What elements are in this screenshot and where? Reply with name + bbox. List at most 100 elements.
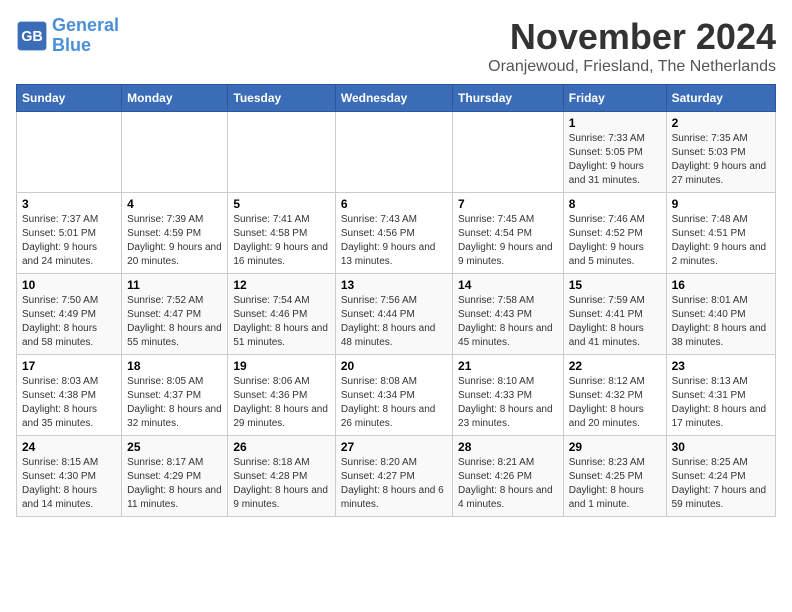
day-number: 18 — [127, 359, 222, 373]
day-info: Sunrise: 8:15 AM Sunset: 4:30 PM Dayligh… — [22, 456, 116, 512]
logo-line2: Blue — [52, 35, 91, 55]
calendar-cell: 19Sunrise: 8:06 AM Sunset: 4:36 PM Dayli… — [228, 355, 335, 436]
day-number: 10 — [22, 278, 116, 292]
logo-text: General Blue — [52, 16, 119, 56]
day-info: Sunrise: 8:21 AM Sunset: 4:26 PM Dayligh… — [458, 456, 558, 512]
calendar-cell: 23 Sunrise: 8:13 AM Sunset: 4:31 PM Dayli… — [666, 355, 775, 436]
location-subtitle: Oranjewoud, Friesland, The Netherlands — [488, 58, 776, 76]
day-number: 16 — [672, 278, 770, 292]
calendar-week-row: 1 Sunrise: 7:33 AM Sunset: 5:05 PM Daylig… — [17, 112, 776, 193]
day-info: Sunrise: 7:33 AM Sunset: 5:05 PM Dayligh… — [569, 132, 661, 188]
calendar-cell: 24 Sunrise: 8:15 AM Sunset: 4:30 PM Dayli… — [17, 436, 122, 517]
calendar-cell: 13 Sunrise: 7:56 AM Sunset: 4:44 PM Dayli… — [335, 274, 452, 355]
calendar-week-row: 3 Sunrise: 7:37 AM Sunset: 5:01 PM Daylig… — [17, 193, 776, 274]
day-info: Sunrise: 8:23 AM Sunset: 4:25 PM Dayligh… — [569, 456, 661, 512]
day-number: 9 — [672, 197, 770, 211]
day-info: Sunrise: 8:17 AM Sunset: 4:29 PM Dayligh… — [127, 456, 222, 512]
day-info: Sunrise: 8:10 AM Sunset: 4:33 PM Dayligh… — [458, 375, 558, 431]
header: GB General Blue November 2024 Oranjewoud… — [16, 16, 776, 76]
day-info: Sunrise: 7:54 AM Sunset: 4:46 PM Dayligh… — [233, 294, 329, 350]
day-info: Sunrise: 8:18 AM Sunset: 4:28 PM Dayligh… — [233, 456, 329, 512]
day-info: Sunrise: 8:06 AM Sunset: 4:36 PM Dayligh… — [233, 375, 329, 431]
calendar-cell: 11Sunrise: 7:52 AM Sunset: 4:47 PM Dayli… — [122, 274, 228, 355]
day-number: 3 — [22, 197, 116, 211]
calendar-cell: 1 Sunrise: 7:33 AM Sunset: 5:05 PM Daylig… — [563, 112, 666, 193]
calendar-cell: 8Sunrise: 7:46 AM Sunset: 4:52 PM Daylig… — [563, 193, 666, 274]
calendar-cell — [453, 112, 564, 193]
weekday-header: Tuesday — [228, 85, 335, 112]
calendar-cell: 2Sunrise: 7:35 AM Sunset: 5:03 PM Daylig… — [666, 112, 775, 193]
day-number: 13 — [341, 278, 447, 292]
day-info: Sunrise: 8:03 AM Sunset: 4:38 PM Dayligh… — [22, 375, 116, 431]
logo: GB General Blue — [16, 16, 119, 56]
weekday-header: Saturday — [666, 85, 775, 112]
day-info: Sunrise: 7:43 AM Sunset: 4:56 PM Dayligh… — [341, 213, 447, 269]
day-info: Sunrise: 8:01 AM Sunset: 4:40 PM Dayligh… — [672, 294, 770, 350]
day-number: 24 — [22, 440, 116, 454]
day-info: Sunrise: 7:37 AM Sunset: 5:01 PM Dayligh… — [22, 213, 116, 269]
day-info: Sunrise: 7:50 AM Sunset: 4:49 PM Dayligh… — [22, 294, 116, 350]
weekday-header: Sunday — [17, 85, 122, 112]
day-number: 25 — [127, 440, 222, 454]
day-number: 7 — [458, 197, 558, 211]
day-info: Sunrise: 8:13 AM Sunset: 4:31 PM Dayligh… — [672, 375, 770, 431]
day-number: 11 — [127, 278, 222, 292]
calendar-cell: 3 Sunrise: 7:37 AM Sunset: 5:01 PM Daylig… — [17, 193, 122, 274]
day-number: 2 — [672, 116, 770, 130]
calendar-table: SundayMondayTuesdayWednesdayThursdayFrid… — [16, 84, 776, 517]
day-number: 12 — [233, 278, 329, 292]
day-info: Sunrise: 8:12 AM Sunset: 4:32 PM Dayligh… — [569, 375, 661, 431]
day-number: 4 — [127, 197, 222, 211]
day-number: 29 — [569, 440, 661, 454]
calendar-cell: 30 Sunrise: 8:25 AM Sunset: 4:24 PM Dayli… — [666, 436, 775, 517]
day-number: 22 — [569, 359, 661, 373]
day-number: 5 — [233, 197, 329, 211]
day-number: 23 — [672, 359, 770, 373]
weekday-header: Wednesday — [335, 85, 452, 112]
calendar-cell: 17 Sunrise: 8:03 AM Sunset: 4:38 PM Dayli… — [17, 355, 122, 436]
day-number: 17 — [22, 359, 116, 373]
day-info: Sunrise: 7:56 AM Sunset: 4:44 PM Dayligh… — [341, 294, 447, 350]
title-block: November 2024 Oranjewoud, Friesland, The… — [488, 16, 776, 76]
day-info: Sunrise: 8:20 AM Sunset: 4:27 PM Dayligh… — [341, 456, 447, 512]
calendar-cell: 9 Sunrise: 7:48 AM Sunset: 4:51 PM Daylig… — [666, 193, 775, 274]
day-number: 30 — [672, 440, 770, 454]
calendar-cell: 14 Sunrise: 7:58 AM Sunset: 4:43 PM Dayli… — [453, 274, 564, 355]
day-number: 21 — [458, 359, 558, 373]
calendar-cell: 7 Sunrise: 7:45 AM Sunset: 4:54 PM Daylig… — [453, 193, 564, 274]
calendar-cell: 26 Sunrise: 8:18 AM Sunset: 4:28 PM Dayli… — [228, 436, 335, 517]
calendar-cell: 22 Sunrise: 8:12 AM Sunset: 4:32 PM Dayli… — [563, 355, 666, 436]
calendar-cell: 15 Sunrise: 7:59 AM Sunset: 4:41 PM Dayli… — [563, 274, 666, 355]
calendar-cell — [17, 112, 122, 193]
month-title: November 2024 — [488, 16, 776, 58]
calendar-cell — [122, 112, 228, 193]
day-number: 15 — [569, 278, 661, 292]
weekday-header-row: SundayMondayTuesdayWednesdayThursdayFrid… — [17, 85, 776, 112]
calendar-week-row: 10 Sunrise: 7:50 AM Sunset: 4:49 PM Dayli… — [17, 274, 776, 355]
weekday-header: Friday — [563, 85, 666, 112]
weekday-header: Thursday — [453, 85, 564, 112]
calendar-cell: 10 Sunrise: 7:50 AM Sunset: 4:49 PM Dayli… — [17, 274, 122, 355]
day-number: 6 — [341, 197, 447, 211]
day-info: Sunrise: 7:39 AM Sunset: 4:59 PM Dayligh… — [127, 213, 222, 269]
svg-text:GB: GB — [21, 29, 43, 45]
logo-line1: General — [52, 15, 119, 35]
calendar-cell: 27 Sunrise: 8:20 AM Sunset: 4:27 PM Dayli… — [335, 436, 452, 517]
calendar-cell: 18Sunrise: 8:05 AM Sunset: 4:37 PM Dayli… — [122, 355, 228, 436]
day-info: Sunrise: 8:25 AM Sunset: 4:24 PM Dayligh… — [672, 456, 770, 512]
day-number: 14 — [458, 278, 558, 292]
weekday-header: Monday — [122, 85, 228, 112]
day-info: Sunrise: 7:48 AM Sunset: 4:51 PM Dayligh… — [672, 213, 770, 269]
day-number: 1 — [569, 116, 661, 130]
day-info: Sunrise: 7:45 AM Sunset: 4:54 PM Dayligh… — [458, 213, 558, 269]
day-number: 26 — [233, 440, 329, 454]
day-info: Sunrise: 7:46 AM Sunset: 4:52 PM Dayligh… — [569, 213, 661, 269]
calendar-week-row: 24 Sunrise: 8:15 AM Sunset: 4:30 PM Dayli… — [17, 436, 776, 517]
calendar-cell: 5 Sunrise: 7:41 AM Sunset: 4:58 PM Daylig… — [228, 193, 335, 274]
day-info: Sunrise: 7:41 AM Sunset: 4:58 PM Dayligh… — [233, 213, 329, 269]
day-info: Sunrise: 7:59 AM Sunset: 4:41 PM Dayligh… — [569, 294, 661, 350]
day-info: Sunrise: 7:58 AM Sunset: 4:43 PM Dayligh… — [458, 294, 558, 350]
logo-icon: GB — [16, 20, 48, 52]
calendar-cell: 21 Sunrise: 8:10 AM Sunset: 4:33 PM Dayli… — [453, 355, 564, 436]
day-number: 27 — [341, 440, 447, 454]
